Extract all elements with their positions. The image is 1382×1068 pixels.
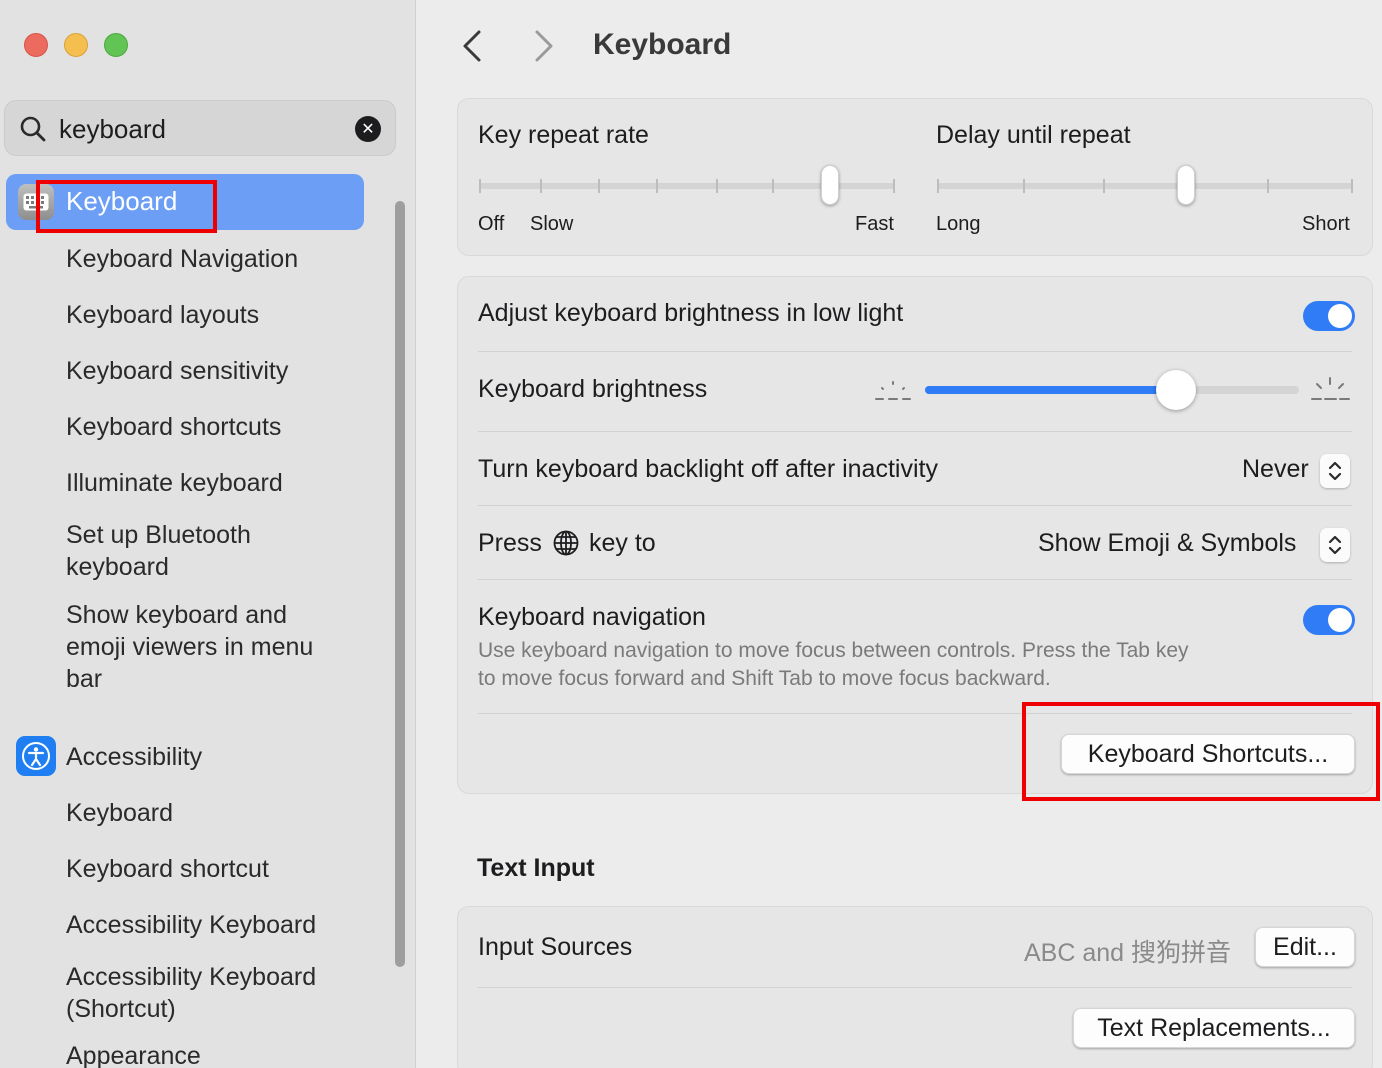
key-repeat-label: Key repeat rate [478, 121, 649, 149]
keyboard-navigation-description: Use keyboard navigation to move focus be… [478, 637, 1189, 693]
globe-icon [553, 530, 579, 556]
description-line2: to move focus forward and Shift Tab to m… [478, 667, 1051, 690]
sidebar-item-keyboard-shortcuts[interactable]: Keyboard shortcuts [66, 411, 281, 443]
input-sources-label: Input Sources [478, 933, 633, 961]
sidebar-item-keyboard-layouts[interactable]: Keyboard layouts [66, 299, 259, 331]
key-repeat-fast-label: Fast [855, 213, 894, 235]
sidebar-item-accessibility-keyboard-2[interactable]: Accessibility Keyboard [66, 909, 316, 941]
sidebar-item-label-line2: emoji viewers in menu [66, 633, 314, 661]
sidebar-scrollbar[interactable] [392, 198, 408, 970]
globe-key-value: Show Emoji & Symbols [1038, 529, 1297, 557]
clear-search-icon[interactable]: ✕ [355, 116, 381, 142]
delay-until-repeat-knob[interactable] [1177, 165, 1195, 205]
sidebar-item-appearance[interactable]: Appearance [66, 1040, 201, 1068]
keyboard-brightness-label: Keyboard brightness [478, 375, 708, 403]
key-repeat-off-label: Off [478, 213, 505, 235]
text-input-card: Input Sources ABC and 搜狗拼音 Edit... Text … [457, 906, 1373, 1068]
search-icon [20, 116, 46, 142]
sidebar-item-bluetooth-keyboard[interactable]: Set up Bluetooth keyboard [66, 519, 251, 583]
description-line1: Use keyboard navigation to move focus be… [478, 639, 1189, 662]
globe-key-prefix: Press [478, 529, 542, 557]
sidebar-item-accessibility[interactable]: Accessibility [66, 741, 202, 773]
sidebar: ✕ Keyboard Keyboard Navigation Keyboard … [0, 0, 416, 1068]
globe-key-suffix: key to [589, 529, 656, 557]
sidebar-item-keyboard-sensitivity[interactable]: Keyboard sensitivity [66, 355, 288, 387]
updown-chevron-icon[interactable] [1320, 454, 1350, 488]
sidebar-item-label-line1: Accessibility Keyboard [66, 963, 317, 991]
keyboard-navigation-label: Keyboard navigation [478, 603, 706, 631]
delay-long-label: Long [936, 213, 981, 235]
annotation-highlight-box [1022, 702, 1380, 801]
text-input-section-title: Text Input [477, 854, 595, 882]
sidebar-item-label-line1: Show keyboard and [66, 601, 287, 629]
adjust-brightness-toggle[interactable] [1303, 301, 1355, 331]
annotation-highlight-box [36, 180, 217, 233]
zoom-window-button[interactable] [104, 33, 128, 57]
sidebar-item-keyboard-shortcut[interactable]: Keyboard shortcut [66, 853, 269, 885]
accessibility-icon [16, 736, 56, 776]
updown-chevron-icon[interactable] [1320, 528, 1350, 562]
search-field[interactable]: ✕ [4, 100, 396, 156]
brightness-low-icon [875, 381, 911, 400]
main-content: Keyboard Key repeat rate Off Slow Fast D… [417, 0, 1382, 1068]
keyboard-brightness-knob[interactable] [1156, 370, 1196, 410]
backlight-off-value: Never [1242, 455, 1309, 483]
delay-short-label: Short [1302, 213, 1350, 235]
page-title: Keyboard [593, 28, 732, 61]
delay-until-repeat-label: Delay until repeat [936, 121, 1131, 149]
sidebar-item-keyboard-emoji-viewers[interactable]: Show keyboard and emoji viewers in menu … [66, 599, 313, 695]
key-repeat-card: Key repeat rate Off Slow Fast Delay unti… [457, 98, 1373, 256]
window-controls [24, 33, 128, 57]
sidebar-item-accessibility-keyboard[interactable]: Keyboard [66, 797, 173, 829]
back-chevron-icon[interactable] [457, 28, 487, 64]
sidebar-item-keyboard-navigation[interactable]: Keyboard Navigation [66, 243, 298, 275]
minimize-window-button[interactable] [64, 33, 88, 57]
sidebar-item-accessibility-keyboard-shortcut[interactable]: Accessibility Keyboard (Shortcut) [66, 961, 316, 1025]
backlight-off-label: Turn keyboard backlight off after inacti… [478, 455, 938, 483]
keyboard-navigation-toggle[interactable] [1303, 605, 1355, 635]
text-replacements-button[interactable]: Text Replacements... [1073, 1008, 1355, 1048]
key-repeat-slow-label: Slow [530, 213, 574, 235]
sidebar-item-label-line1: Set up Bluetooth [66, 521, 251, 549]
edit-input-sources-button[interactable]: Edit... [1255, 927, 1355, 967]
sidebar-item-label-line3: bar [66, 665, 103, 693]
forward-chevron-icon[interactable] [529, 28, 559, 64]
brightness-high-icon [1311, 377, 1350, 400]
sidebar-item-label-line2: (Shortcut) [66, 995, 176, 1023]
close-window-button[interactable] [24, 33, 48, 57]
input-sources-value: ABC and 搜狗拼音 [1024, 939, 1232, 967]
key-repeat-knob[interactable] [821, 165, 839, 205]
sidebar-item-illuminate-keyboard[interactable]: Illuminate keyboard [66, 467, 283, 499]
search-input[interactable] [59, 111, 349, 147]
adjust-brightness-label: Adjust keyboard brightness in low light [478, 299, 904, 327]
sidebar-item-label-line2: keyboard [66, 553, 169, 581]
